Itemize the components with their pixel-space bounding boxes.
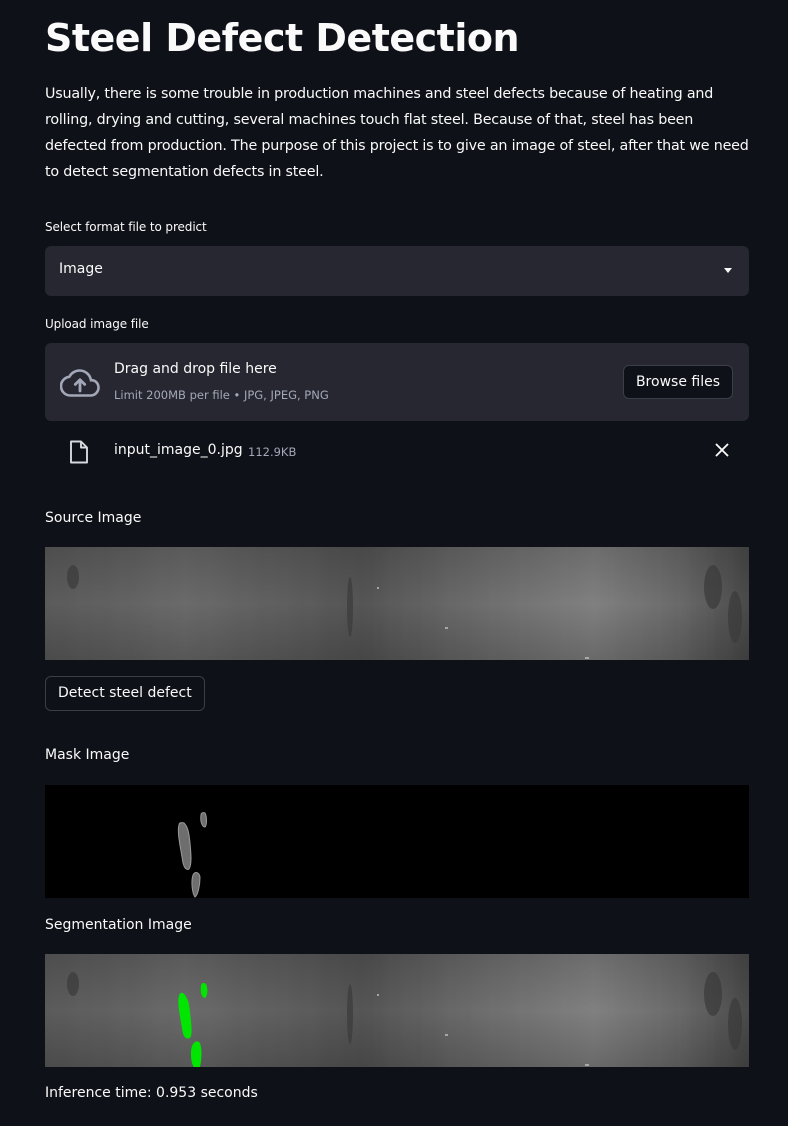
cloud-upload-icon <box>60 369 100 397</box>
detect-steel-defect-button[interactable]: Detect steel defect <box>45 676 205 711</box>
chevron-down-icon <box>724 268 732 273</box>
uploaded-file-size: 112.9KB <box>248 445 297 459</box>
inference-time-text: Inference time: 0.953 seconds <box>45 1085 258 1101</box>
source-image <box>45 547 749 660</box>
format-select-value: Image <box>59 261 103 277</box>
uploaded-file-name: input_image_0.jpg <box>114 442 243 458</box>
format-select[interactable]: Image <box>45 246 749 296</box>
segmentation-image-caption: Segmentation Image <box>45 917 192 933</box>
dropzone-limit-text: Limit 200MB per file • JPG, JPEG, PNG <box>114 388 329 402</box>
segmentation-image <box>45 954 749 1067</box>
file-icon <box>70 440 88 464</box>
mask-image <box>45 785 749 898</box>
uploaded-file-item: input_image_0.jpg 112.9KB <box>45 432 749 470</box>
dropzone-title: Drag and drop file here <box>114 361 277 377</box>
file-dropzone[interactable]: Drag and drop file here Limit 200MB per … <box>45 343 749 421</box>
close-icon[interactable] <box>715 443 729 457</box>
mask-image-caption: Mask Image <box>45 747 130 763</box>
source-image-caption: Source Image <box>45 510 142 526</box>
upload-label: Upload image file <box>45 317 149 331</box>
format-select-label: Select format file to predict <box>45 220 207 234</box>
page-title: Steel Defect Detection <box>45 16 520 60</box>
project-description: Usually, there is some trouble in produc… <box>45 86 749 180</box>
browse-files-button[interactable]: Browse files <box>622 365 733 399</box>
